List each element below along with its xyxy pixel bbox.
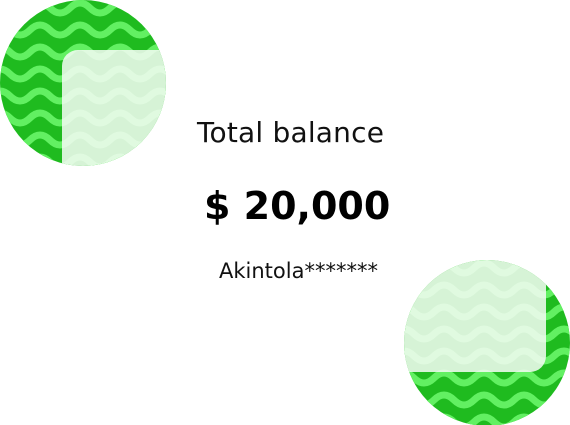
frosted-overlay [404,260,546,372]
account-name: Akintola******* [219,259,378,283]
balance-card: Total balance $ 20,000 Akintola******* [0,0,570,425]
frosted-overlay [62,50,166,166]
balance-title: Total balance [197,116,385,149]
wavy-circle-top-left-icon [0,0,166,166]
wavy-circle-bottom-right-icon [404,260,570,425]
balance-amount: $ 20,000 [204,184,391,228]
